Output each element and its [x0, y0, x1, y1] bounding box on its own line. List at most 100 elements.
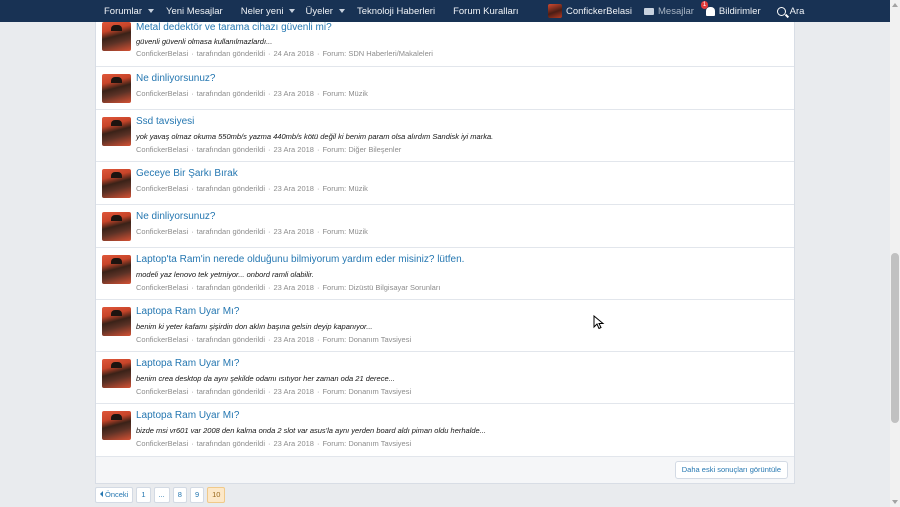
- result-title-link[interactable]: Ssd tavsiyesi: [136, 116, 493, 128]
- nav-teknoloji-haberleri[interactable]: Teknoloji Haberleri: [357, 0, 435, 22]
- result-title-link[interactable]: Ne dinliyorsunuz?: [136, 73, 368, 85]
- page-link-9[interactable]: 9: [189, 487, 205, 503]
- forum-link[interactable]: Müzik: [348, 184, 368, 193]
- result-title-link[interactable]: Laptop'ta Ram'in nerede olduğunu bilmiyo…: [136, 254, 464, 266]
- result-date[interactable]: 24 Ara 2018: [274, 49, 314, 58]
- nav-neler-yeni[interactable]: Neler yeni: [241, 0, 296, 22]
- account-menu[interactable]: ConfickerBelasi: [548, 0, 632, 22]
- result-date[interactable]: 23 Ara 2018: [274, 283, 314, 292]
- scrollbar-thumb[interactable]: [891, 253, 899, 423]
- forum-link[interactable]: Müzik: [348, 89, 368, 98]
- mouse-cursor-icon: [593, 315, 605, 329]
- avatar: [548, 4, 562, 18]
- notifications-label: Bildirimler: [718, 5, 761, 17]
- result-action: tarafından gönderildi: [196, 227, 265, 236]
- prev-page-button[interactable]: Önceki: [95, 487, 134, 503]
- result-snippet: güvenli güvenli olmasa kullanılmazlardı.…: [136, 37, 273, 46]
- avatar[interactable]: [102, 169, 131, 198]
- result-title-link[interactable]: Metal dedektör ve tarama cihazı güvenli …: [136, 22, 433, 34]
- list-item: Laptop'ta Ram'in nerede olduğunu bilmiyo…: [96, 248, 794, 300]
- nav-uyeler[interactable]: Üyeler: [305, 0, 345, 22]
- avatar[interactable]: [102, 307, 131, 336]
- nav-forum-kurallari[interactable]: Forum Kuralları: [453, 0, 518, 22]
- nav-forumlar[interactable]: Forumlar: [104, 0, 155, 22]
- chevron-down-icon: [289, 9, 296, 13]
- result-title-link[interactable]: Laptopa Ram Uyar Mı?: [136, 306, 411, 318]
- messages-link[interactable]: Mesajlar: [644, 0, 694, 22]
- result-action: tarafından gönderildi: [196, 283, 265, 292]
- result-meta: ConfickerBelasi · tarafından gönderildi · 23…: [136, 227, 368, 236]
- author-link[interactable]: ConfickerBelasi: [136, 145, 188, 154]
- avatar[interactable]: [102, 411, 131, 440]
- author-link[interactable]: ConfickerBelasi: [136, 387, 188, 396]
- nav-yeni-mesajlar[interactable]: Yeni Mesajlar: [166, 0, 223, 22]
- older-results-button[interactable]: Daha eski sonuçları görüntüle: [674, 461, 788, 479]
- notifications-link[interactable]: 1 Bildirimler: [700, 0, 761, 22]
- author-link[interactable]: ConfickerBelasi: [136, 184, 188, 193]
- forum-link[interactable]: Donanım Tavsiyesi: [348, 387, 411, 396]
- result-meta: ConfickerBelasi · tarafından gönderildi · 23…: [136, 335, 412, 344]
- avatar[interactable]: [102, 22, 131, 51]
- author-link[interactable]: ConfickerBelasi: [136, 227, 188, 236]
- author-link[interactable]: ConfickerBelasi: [136, 283, 188, 292]
- scroll-up-arrow-icon[interactable]: [892, 3, 898, 7]
- result-meta: ConfickerBelasi · tarafından gönderildi · 23…: [136, 387, 412, 396]
- result-meta: ConfickerBelasi · tarafından gönderildi · 24…: [136, 49, 433, 58]
- list-item: Laptopa Ram Uyar Mı? bizde msi vr601 var…: [96, 404, 794, 456]
- page-ellipsis[interactable]: ...: [153, 487, 170, 503]
- result-meta: ConfickerBelasi · tarafından gönderildi · 23…: [136, 439, 412, 448]
- result-date[interactable]: 23 Ara 2018: [274, 227, 314, 236]
- author-link[interactable]: ConfickerBelasi: [136, 89, 188, 98]
- result-title-link[interactable]: Laptopa Ram Uyar Mı?: [136, 410, 486, 422]
- author-link[interactable]: ConfickerBelasi: [136, 49, 188, 58]
- page-link-8[interactable]: 8: [172, 487, 187, 503]
- forum-prefix: Forum:: [322, 49, 347, 58]
- author-link[interactable]: ConfickerBelasi: [136, 439, 188, 448]
- result-title-link[interactable]: Ne dinliyorsunuz?: [136, 211, 368, 223]
- result-date[interactable]: 23 Ara 2018: [274, 335, 314, 344]
- result-action: tarafından gönderildi: [196, 145, 265, 154]
- author-link[interactable]: ConfickerBelasi: [136, 335, 188, 344]
- forum-link[interactable]: Müzik: [348, 227, 368, 236]
- result-title-link[interactable]: Laptopa Ram Uyar Mı?: [136, 358, 411, 370]
- account-username: ConfickerBelasi: [566, 5, 632, 17]
- avatar[interactable]: [102, 255, 131, 284]
- avatar[interactable]: [102, 212, 131, 241]
- result-date[interactable]: 23 Ara 2018: [274, 439, 314, 448]
- forum-prefix: Forum:: [322, 335, 347, 344]
- result-date[interactable]: 23 Ara 2018: [274, 184, 314, 193]
- avatar[interactable]: [102, 117, 131, 146]
- result-date[interactable]: 23 Ara 2018: [274, 145, 314, 154]
- result-meta: ConfickerBelasi · tarafından gönderildi · 23…: [136, 283, 441, 292]
- avatar[interactable]: [102, 74, 131, 103]
- forum-prefix: Forum:: [322, 145, 347, 154]
- result-snippet: benim ki yeter kafamı şişirdin don aklın…: [136, 322, 373, 331]
- forum-link[interactable]: Diğer Bileşenler: [348, 145, 401, 154]
- prev-page-label: Önceki: [105, 490, 129, 499]
- result-action: tarafından gönderildi: [196, 387, 265, 396]
- forum-prefix: Forum:: [322, 387, 347, 396]
- search-link[interactable]: Ara: [776, 0, 804, 22]
- forum-link[interactable]: Donanım Tavsiyesi: [348, 335, 411, 344]
- nav-uyeler-label: Üyeler: [305, 5, 333, 17]
- page-link-1[interactable]: 1: [136, 487, 151, 503]
- avatar[interactable]: [102, 359, 131, 388]
- forum-link[interactable]: SDN Haberleri/Makaleleri: [348, 49, 433, 58]
- forum-link[interactable]: Dizüstü Bilgisayar Sorunları: [348, 283, 440, 292]
- page-scrollbar[interactable]: [890, 0, 900, 507]
- result-action: tarafından gönderildi: [196, 184, 265, 193]
- forum-prefix: Forum:: [322, 439, 347, 448]
- nav-forumlar-label: Forumlar: [104, 5, 143, 17]
- result-snippet: modeli yaz lenovo tek yetmiyor... onbord…: [136, 270, 314, 279]
- pagination: Önceki 1 ... 8 9 10: [95, 487, 226, 503]
- scroll-down-arrow-icon[interactable]: [892, 500, 898, 504]
- result-action: tarafından gönderildi: [196, 89, 265, 98]
- bell-icon: 1: [700, 0, 715, 16]
- forum-link[interactable]: Donanım Tavsiyesi: [348, 439, 411, 448]
- result-date[interactable]: 23 Ara 2018: [274, 89, 314, 98]
- page-link-current[interactable]: 10: [207, 487, 226, 503]
- list-item: Laptopa Ram Uyar Mı? benim crea desktop …: [96, 352, 794, 404]
- result-date[interactable]: 23 Ara 2018: [274, 387, 314, 396]
- result-title-link[interactable]: Geceye Bir Şarkı Bırak: [136, 168, 368, 180]
- list-item: Metal dedektör ve tarama cihazı güvenli …: [96, 22, 794, 67]
